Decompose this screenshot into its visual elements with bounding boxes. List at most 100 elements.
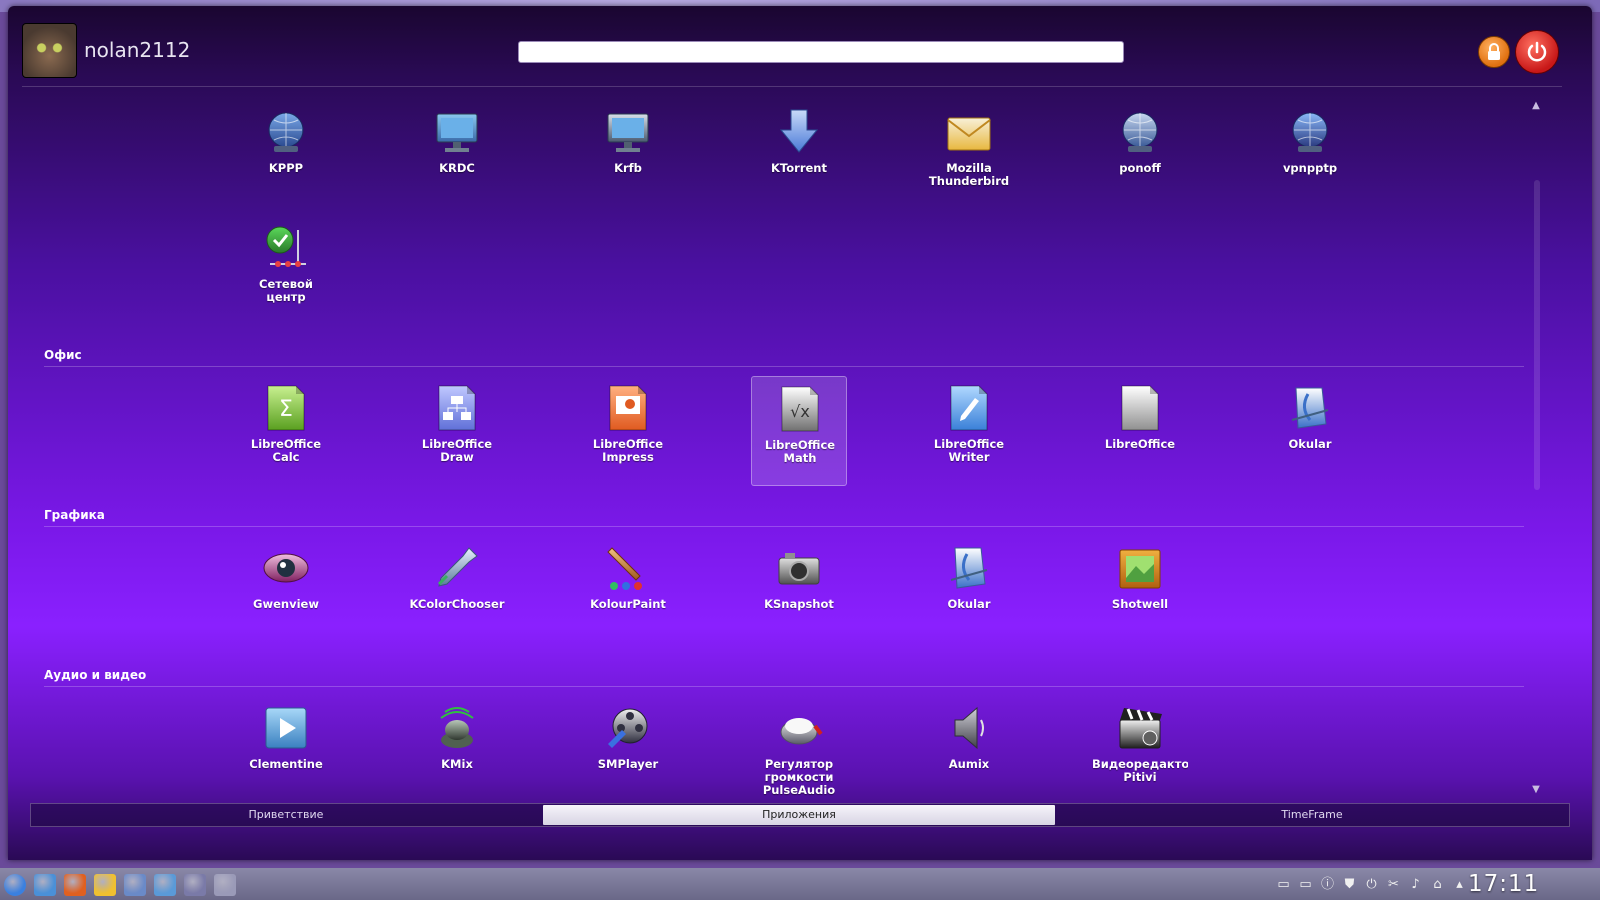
app-label: Gwenview [253,598,319,611]
eye-icon [262,544,310,592]
app-label: KRDC [439,162,475,175]
network-center-icon [262,224,310,272]
chat-icon[interactable] [94,874,116,896]
app-label: SMPlayer [597,758,659,771]
lock-button[interactable] [1478,36,1510,68]
search-input[interactable] [518,41,1124,63]
app-label: KMix [441,758,473,771]
app-tile[interactable]: Регулятор громкости PulseAudio [751,696,847,806]
app-tile[interactable]: KPPP [238,100,334,210]
app-label: LibreOffice [1104,438,1176,451]
app-label: Видеоредактор Pitivi [1092,758,1188,784]
play-icon [262,704,310,752]
app-tile[interactable]: Aumix [921,696,1017,806]
volume-control-icon [775,704,823,752]
loudspeaker-icon [945,704,993,752]
firefox-icon[interactable] [64,874,86,896]
app-tile[interactable]: √x LibreOffice Math [751,376,847,486]
color-picker-icon [433,544,481,592]
app-label: Clementine [249,758,323,771]
app-tile[interactable]: LibreOffice Writer [921,376,1017,486]
vpn-globe-icon [1286,108,1334,156]
document-viewer-icon [945,544,993,592]
scrollbar[interactable]: ▲ ▼ [1530,100,1542,810]
info-icon[interactable]: ⓘ [1320,877,1335,892]
remote-desktop-icon [433,108,481,156]
app-tile[interactable]: Krfb [580,100,676,210]
launcher-header: nolan2112 [8,6,1592,82]
app-tile[interactable]: Сетевой центр [238,216,334,326]
power-button[interactable] [1515,30,1559,74]
tab-welcome[interactable]: Приветствие [31,805,541,825]
power-icon[interactable]: ⏻ [1364,877,1379,892]
app-tile[interactable]: Shotwell [1092,536,1188,646]
app-label: KTorrent [771,162,827,175]
app-tile[interactable]: Видеоредактор Pitivi [1092,696,1188,806]
network-icon[interactable] [184,874,206,896]
app-tile[interactable]: Clementine [238,696,334,806]
document-icon [1116,384,1164,432]
download-arrow-icon [775,108,823,156]
app-label: LibreOffice Draw [421,438,493,464]
app-tile[interactable]: KMix [409,696,505,806]
app-tile[interactable]: KSnapshot [751,536,847,646]
app-tile[interactable]: KolourPaint [580,536,676,646]
paintbrush-icon [604,544,652,592]
category-divider [44,686,1524,687]
kde-menu-icon[interactable] [4,874,26,896]
app-label: Shotwell [1111,598,1169,611]
app-tile[interactable]: KColorChooser [409,536,505,646]
drawing-icon [433,384,481,432]
tab-timeframe[interactable]: TimeFrame [1057,805,1567,825]
app-tile[interactable]: Okular [1262,376,1358,486]
app-label: LibreOffice Calc [250,438,322,464]
volume-icon[interactable]: ♪ [1408,877,1423,892]
folder-icon[interactable]: ▭ [1298,877,1313,892]
category-divider [44,526,1524,527]
network-icon[interactable]: ⌂ [1430,877,1445,892]
app-tile[interactable]: ponoff [1092,100,1188,210]
folder-icon[interactable]: ▭ [1276,877,1291,892]
photo-frame-icon [1116,544,1164,592]
app-tile[interactable]: LibreOffice [1092,376,1188,486]
clock[interactable]: 17:11 [1468,871,1539,897]
svg-text:Σ: Σ [279,397,293,422]
app-tile[interactable]: Σ LibreOffice Calc [238,376,334,486]
header-divider [22,86,1562,87]
presentation-icon [604,384,652,432]
app-tile[interactable]: LibreOffice Draw [409,376,505,486]
formula-icon: √x [776,385,824,433]
app-tile[interactable]: Gwenview [238,536,334,646]
app-tile[interactable]: LibreOffice Impress [580,376,676,486]
envelope-icon [945,108,993,156]
taskbar: ▭ ▭ ⓘ ⛊ ⏻ ✂ ♪ ⌂ ▴ 17:11 [0,868,1600,900]
app-label: KPPP [268,162,304,175]
writer-icon [945,384,993,432]
arrow-up-icon[interactable]: ▴ [1452,877,1467,892]
app-tile[interactable]: vpnpptp [1262,100,1358,210]
scroll-down-icon[interactable]: ▼ [1530,784,1542,796]
scrollbar-thumb[interactable] [1534,180,1540,490]
svg-text:√x: √x [790,402,810,421]
file-manager-icon[interactable] [34,874,56,896]
username: nolan2112 [84,38,191,62]
app-label: vpnpptp [1282,162,1338,175]
app-label: KSnapshot [764,598,834,611]
app-tile[interactable]: Okular [921,536,1017,646]
user-avatar[interactable] [22,23,77,78]
shield-icon[interactable]: ⛊ [1342,877,1357,892]
media-icon[interactable] [154,874,176,896]
terminal-icon[interactable] [214,874,236,896]
app-label: Okular [1288,438,1332,451]
app-tile[interactable]: Mozilla Thunderbird [921,100,1017,210]
category-title: Графика [44,508,105,522]
scissors-icon[interactable]: ✂ [1386,877,1401,892]
mail-icon[interactable] [124,874,146,896]
scroll-up-icon[interactable]: ▲ [1530,100,1542,112]
app-tile[interactable]: KRDC [409,100,505,210]
app-tile[interactable]: SMPlayer [580,696,676,806]
app-tile[interactable]: KTorrent [751,100,847,210]
globe-modem-icon [262,108,310,156]
tab-applications[interactable]: Приложения [543,805,1055,825]
film-reel-icon [604,704,652,752]
